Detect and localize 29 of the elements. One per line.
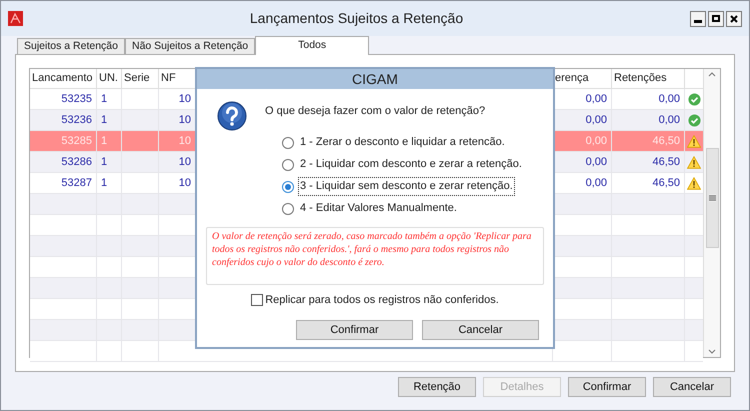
table-cell-text: 10 — [178, 92, 191, 107]
table-cell-text: 0,00 — [586, 134, 607, 149]
table-cell-text: 0,00 — [586, 176, 607, 191]
window-title: Lançamentos Sujeitos a Retenção — [248, 9, 464, 28]
table-cell-text: 0,00 — [586, 154, 607, 170]
table-cell-text: 10 — [178, 134, 191, 149]
table-cell-text: 46,50 — [652, 176, 680, 191]
table-cell-text: 53287 — [61, 176, 92, 191]
table-cell-text: 53285 — [61, 134, 92, 149]
question-text: O que deseja fazer com o valor de retenção? — [265, 104, 486, 119]
table-cell-text: 10 — [178, 154, 191, 170]
table-cell-text: 53235 — [61, 92, 92, 107]
table-cell-text: 0,00 — [658, 92, 680, 107]
table-cell-text: 10 — [178, 176, 191, 191]
table-cell-text: 1 — [101, 92, 108, 107]
table-cell-text: 53236 — [61, 112, 92, 128]
table-cell-text: 46,50 — [652, 134, 680, 149]
table-cell-text: 46,50 — [652, 154, 680, 170]
table-cell-text: 10 — [178, 112, 191, 128]
dialog-title: CIGAM — [352, 70, 398, 88]
table-cell-text: 0,00 — [586, 92, 607, 107]
table-cell-text: 1 — [101, 154, 108, 170]
note-text: O valor de retenção será zerado, caso marcado também a opção 'Replicar para todos os registros não conferidos.', fará o mesmo para todos registros não conferidos cujo o valor do desconto é zero. — [212, 230, 532, 268]
table-cell-text: 1 — [101, 112, 108, 128]
table-cell-text: 0,00 — [586, 112, 607, 128]
table-cell-text: 53286 — [61, 154, 92, 170]
table-cell-text: 0,00 — [658, 112, 680, 128]
table-cell-text: 1 — [101, 176, 108, 191]
table-cell-text: 1 — [101, 134, 108, 149]
